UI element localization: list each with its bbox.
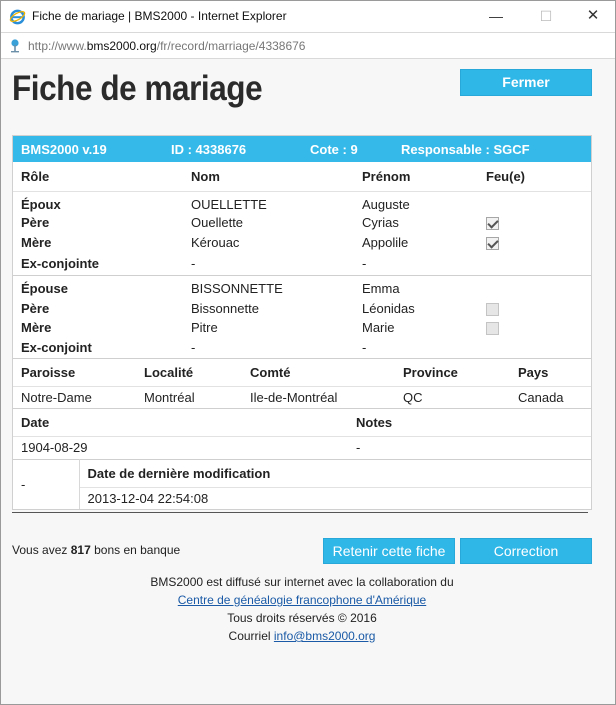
maximize-button[interactable]: ☐: [536, 7, 556, 25]
table-row: Époux OUELLETTE Auguste: [21, 196, 410, 212]
persons-header-row: Rôle Nom Prénom Feu(e): [13, 162, 591, 192]
date-table: Date Notes 1904-08-29 -: [13, 408, 591, 459]
modification-value: 2013-12-04 22:54:08: [79, 486, 591, 509]
feu-checkbox[interactable]: [486, 217, 499, 231]
col-paroisse: Paroisse: [13, 358, 136, 387]
record-id: ID : 4338676: [171, 142, 247, 157]
table-row: 1904-08-29 -: [21, 440, 361, 456]
email-link[interactable]: info@bms2000.org: [274, 629, 376, 643]
col-feu: Feu(e): [478, 162, 591, 192]
credit-balance: Vous avez 817 bons en banque: [12, 543, 181, 557]
correction-button[interactable]: Correction: [460, 538, 592, 564]
keep-record-button[interactable]: Retenir cette fiche: [323, 538, 455, 564]
modification-left-value: -: [13, 459, 80, 509]
col-comte: Comté: [242, 358, 395, 387]
url-text[interactable]: http://www.bms2000.org/fr/record/marriag…: [28, 39, 305, 53]
footer: BMS2000 est diffusé sur internet avec la…: [1, 573, 603, 645]
title-bar: Fiche de mariage | BMS2000 - Internet Ex…: [1, 1, 615, 32]
feu-checkbox[interactable]: [486, 322, 499, 336]
page-title: Fiche de mariage: [12, 69, 263, 108]
footer-copyright: Tous droits réservés © 2016: [227, 611, 377, 625]
table-row: Notre-Dame Montréal Ile-de-Montréal QC C…: [21, 389, 564, 405]
close-window-button[interactable]: ✕: [583, 7, 603, 25]
col-role: Rôle: [13, 162, 183, 192]
place-table: Paroisse Localité Comté Province Pays No…: [13, 357, 591, 409]
record-cote: Cote : 9: [310, 142, 358, 157]
browser-window: Fiche de mariage | BMS2000 - Internet Ex…: [0, 0, 616, 705]
col-localite: Localité: [136, 358, 242, 387]
col-pays: Pays: [510, 358, 591, 387]
marriage-record: BMS2000 v.19 ID : 4338676 Cote : 9 Respo…: [12, 135, 592, 510]
table-row: Père Ouellette Cyrias: [13, 213, 591, 233]
col-date: Date: [13, 408, 348, 437]
divider: [12, 512, 588, 513]
credit-amount: 817: [70, 543, 91, 557]
table-row: Épouse BISSONNETTE Emma: [21, 281, 400, 297]
minimize-button[interactable]: —: [486, 7, 506, 25]
page-tree-icon: [11, 39, 19, 53]
cgfa-link[interactable]: Centre de généalogie francophone d'Améri…: [178, 593, 426, 607]
footer-line: BMS2000 est diffusé sur internet avec la…: [150, 575, 454, 589]
table-row: Mère Kérouac Appolile: [13, 233, 591, 253]
table-row: Mère Pitre Marie: [13, 318, 591, 338]
table-row: Père Bissonnette Léonidas: [13, 299, 591, 319]
date-header-row: Date Notes: [13, 408, 591, 437]
internet-explorer-icon: [9, 9, 26, 25]
modification-table: - Date de dernière modification 2013-12-…: [13, 458, 591, 509]
col-province: Province: [395, 358, 510, 387]
feu-checkbox[interactable]: [486, 236, 499, 250]
table-row: Ex-conjoint - -: [21, 340, 367, 355]
col-notes: Notes: [348, 408, 591, 437]
close-button[interactable]: Fermer: [460, 69, 592, 96]
col-nom: Nom: [183, 162, 354, 192]
col-prenom: Prénom: [354, 162, 478, 192]
record-header: BMS2000 v.19 ID : 4338676 Cote : 9 Respo…: [13, 136, 591, 162]
feu-checkbox[interactable]: [486, 302, 499, 316]
page-content: Fiche de mariage Fermer BMS2000 v.19 ID …: [1, 59, 615, 704]
table-row: Ex-conjointe - -: [21, 256, 367, 271]
modification-label: Date de dernière modification: [87, 465, 271, 481]
record-version: BMS2000 v.19: [21, 142, 107, 157]
bride-table: Épouse BISSONNETTE Emma Père Bissonnette…: [13, 275, 591, 358]
record-responsable: Responsable : SGCF: [401, 142, 530, 157]
window-title: Fiche de mariage | BMS2000 - Internet Ex…: [32, 9, 287, 23]
groom-table: Rôle Nom Prénom Feu(e) Époux OUELLETTE A…: [13, 162, 591, 275]
place-header-row: Paroisse Localité Comté Province Pays: [13, 358, 591, 387]
address-bar[interactable]: http://www.bms2000.org/fr/record/marriag…: [1, 32, 615, 59]
